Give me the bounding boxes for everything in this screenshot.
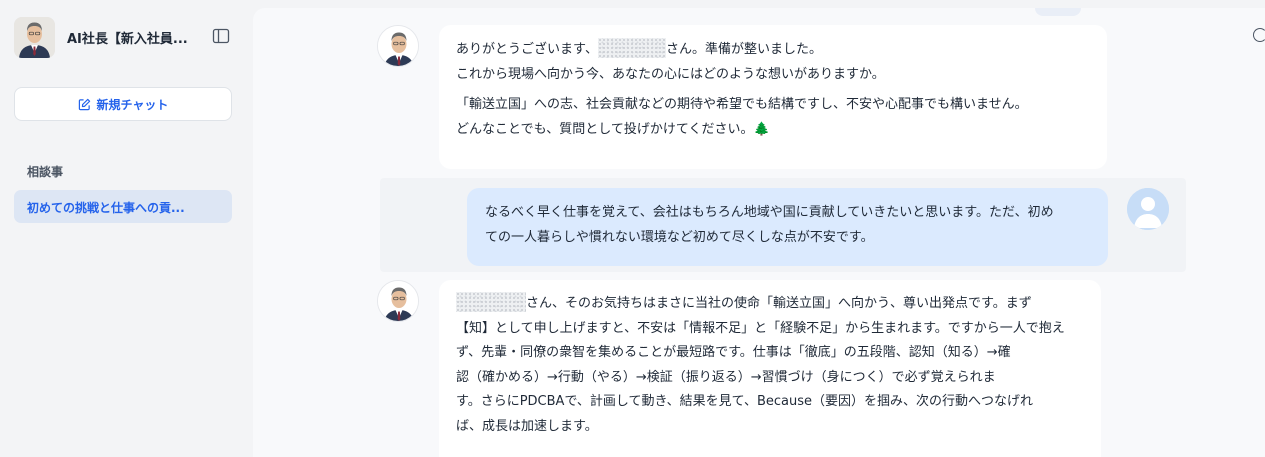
bot-message: さん、そのお気持ちはまさに当社の使命「輸送立国」へ向かう、尊い出発点です。まず … (439, 280, 1101, 457)
new-chat-label: 新規チャット (96, 97, 169, 112)
message-text: 【知】として申し上げますと、不安は「情報不足」と「経験不足」から生まれます。です… (456, 320, 1065, 336)
message-paragraph: ありがとうございます、 さん。準備が整いました。 これから現場へ向かう今、あなたの… (456, 38, 1090, 87)
user-message: なるべく早く仕事を覚えて、会社はもちろん地域や国に貢献していきたいと思います。た… (467, 188, 1108, 266)
message-text: ず、先輩・同僚の衆智を集めることが最短路です。仕事は「徹底」の五段階、認知（知る… (456, 345, 1011, 360)
sidebar: AI社長【新入社員... 新規チャット 相談事 初めての挑戦と仕事への貢... (0, 0, 253, 457)
message-text: ありがとうございます、 (456, 42, 598, 57)
scroll-indicator (1035, 8, 1081, 16)
message-text: す。さらにPDCBAで、計画して動き、結果を見て、Because（要因）を掴み、… (456, 394, 1034, 409)
message-text: ば、成長は加速します。 (456, 418, 598, 434)
app-avatar (14, 17, 55, 58)
sidebar-toggle-icon[interactable] (212, 27, 230, 45)
app-title: AI社長【新入社員... (67, 32, 188, 47)
message-text: ての一人暮らしや慣れない環境など初めて尽くしな点が不安です。 (485, 229, 874, 245)
message-text: 「輸送立国」への志、社会貢献などの期待や希望でも結構ですし、不安や心配事でも構い… (456, 97, 1028, 112)
user-avatar (1127, 188, 1169, 230)
sidebar-header: AI社長【新入社員... (14, 17, 239, 58)
history-item[interactable]: 初めての挑戦と仕事への貢... (14, 190, 232, 223)
loading-icon (1253, 28, 1265, 42)
message-text: これから現場へ向かう今、あなたの心にはどのような想いがありますか。 (456, 66, 885, 82)
edit-icon (78, 98, 90, 110)
message-text: どんなことでも、質問として投げかけてください。🌲 (456, 121, 770, 137)
redacted-name (597, 38, 666, 58)
message-text: なるべく早く仕事を覚えて、会社はもちろん地域や国に貢献していきたいと思います。た… (485, 205, 1054, 220)
bot-avatar (377, 280, 419, 322)
redacted-name (456, 292, 526, 312)
bot-avatar (377, 25, 419, 67)
new-chat-button[interactable]: 新規チャット (14, 87, 232, 121)
section-label: 相談事 (27, 165, 64, 179)
message-text: 認（確かめる）→行動（やる）→検証（振り返る）→習慣づけ（身につく）で必ず覚えら… (456, 369, 996, 385)
message-paragraph: 「輸送立国」への志、社会貢献などの期待や希望でも結構ですし、不安や心配事でも構い… (456, 93, 1090, 142)
message-text: さん。準備が整いました。 (665, 42, 822, 57)
bot-message: ありがとうございます、 さん。準備が整いました。 これから現場へ向かう今、あなたの… (439, 25, 1107, 169)
message-text: さん、そのお気持ちはまさに当社の使命「輸送立国」へ向かう、尊い出発点です。まず (526, 296, 1032, 311)
